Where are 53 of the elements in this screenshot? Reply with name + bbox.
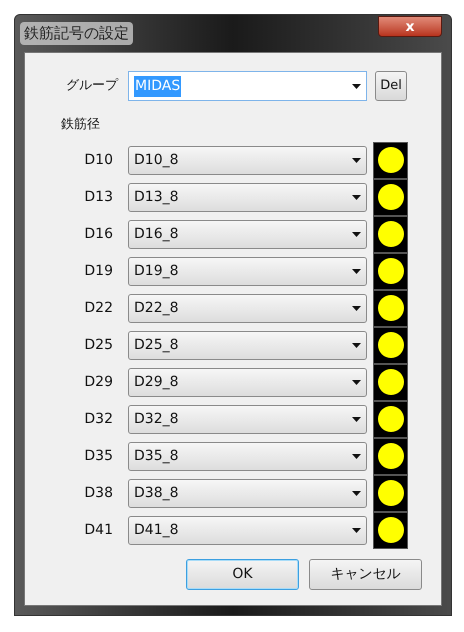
dropdown-caret-icon — [352, 490, 361, 496]
diameter-label: D32 — [83, 410, 114, 428]
diameter-label: D25 — [83, 336, 114, 354]
dropdown-caret-icon — [352, 306, 361, 310]
symbol-combobox[interactable]: D38_8 — [128, 478, 367, 508]
dropdown-caret-icon — [352, 454, 361, 458]
delete-button[interactable]: Del — [375, 71, 407, 101]
diameter-label: D41 — [83, 520, 114, 540]
color-swatch[interactable] — [373, 400, 408, 438]
dialog-button[interactable]: キャンセル — [309, 558, 422, 590]
color-swatch[interactable] — [373, 290, 408, 326]
dropdown-caret-icon — [352, 416, 361, 422]
color-swatch[interactable] — [373, 142, 408, 178]
dropdown-caret-icon — [352, 158, 361, 162]
symbol-combobox[interactable]: D19_8 — [128, 256, 367, 286]
color-swatch[interactable] — [373, 364, 408, 400]
dropdown-caret-icon — [352, 380, 361, 384]
color-swatch[interactable] — [373, 216, 408, 252]
dropdown-caret-icon — [352, 84, 361, 88]
symbol-combobox[interactable]: D25_8 — [128, 330, 367, 360]
symbol-combobox[interactable]: D13_8 — [128, 182, 367, 212]
dropdown-caret-icon — [352, 528, 361, 532]
diameter-label: D29 — [83, 372, 114, 392]
color-swatch[interactable] — [373, 474, 408, 512]
color-swatch[interactable] — [373, 178, 408, 216]
diameter-label: D16 — [83, 224, 114, 244]
group-value: MIDAS — [134, 76, 182, 96]
window-title: 鉄筋記号の設定 — [20, 22, 133, 45]
color-swatch[interactable] — [373, 438, 408, 474]
symbol-combobox[interactable]: D16_8 — [128, 220, 367, 248]
symbol-combobox[interactable]: D32_8 — [128, 404, 367, 434]
symbol-combobox[interactable]: D29_8 — [128, 368, 367, 396]
symbol-combobox[interactable]: D35_8 — [128, 442, 367, 470]
symbol-combobox[interactable]: D22_8 — [128, 294, 367, 322]
diameter-label: D13 — [83, 188, 114, 206]
diameter-label: D19 — [83, 262, 114, 280]
color-swatch[interactable] — [373, 512, 408, 548]
dropdown-caret-icon — [352, 268, 361, 274]
dropdown-caret-icon — [352, 232, 361, 236]
diameter-label: D38 — [83, 484, 114, 502]
diameter-label: D10 — [83, 150, 114, 170]
dialog-button[interactable]: OK — [186, 558, 299, 590]
diameter-label: D22 — [83, 298, 114, 318]
symbol-combobox[interactable]: D41_8 — [128, 516, 367, 544]
group-label: グループ — [65, 77, 120, 96]
dropdown-caret-icon — [352, 194, 361, 200]
diameter-label: D35 — [83, 446, 114, 466]
close-button[interactable]: x — [378, 16, 442, 37]
symbol-combobox[interactable]: D10_8 — [128, 146, 367, 174]
color-swatch[interactable] — [373, 252, 408, 290]
dropdown-caret-icon — [352, 342, 361, 348]
section-label: 鉄筋径 — [61, 116, 100, 134]
color-swatch[interactable] — [373, 326, 408, 364]
